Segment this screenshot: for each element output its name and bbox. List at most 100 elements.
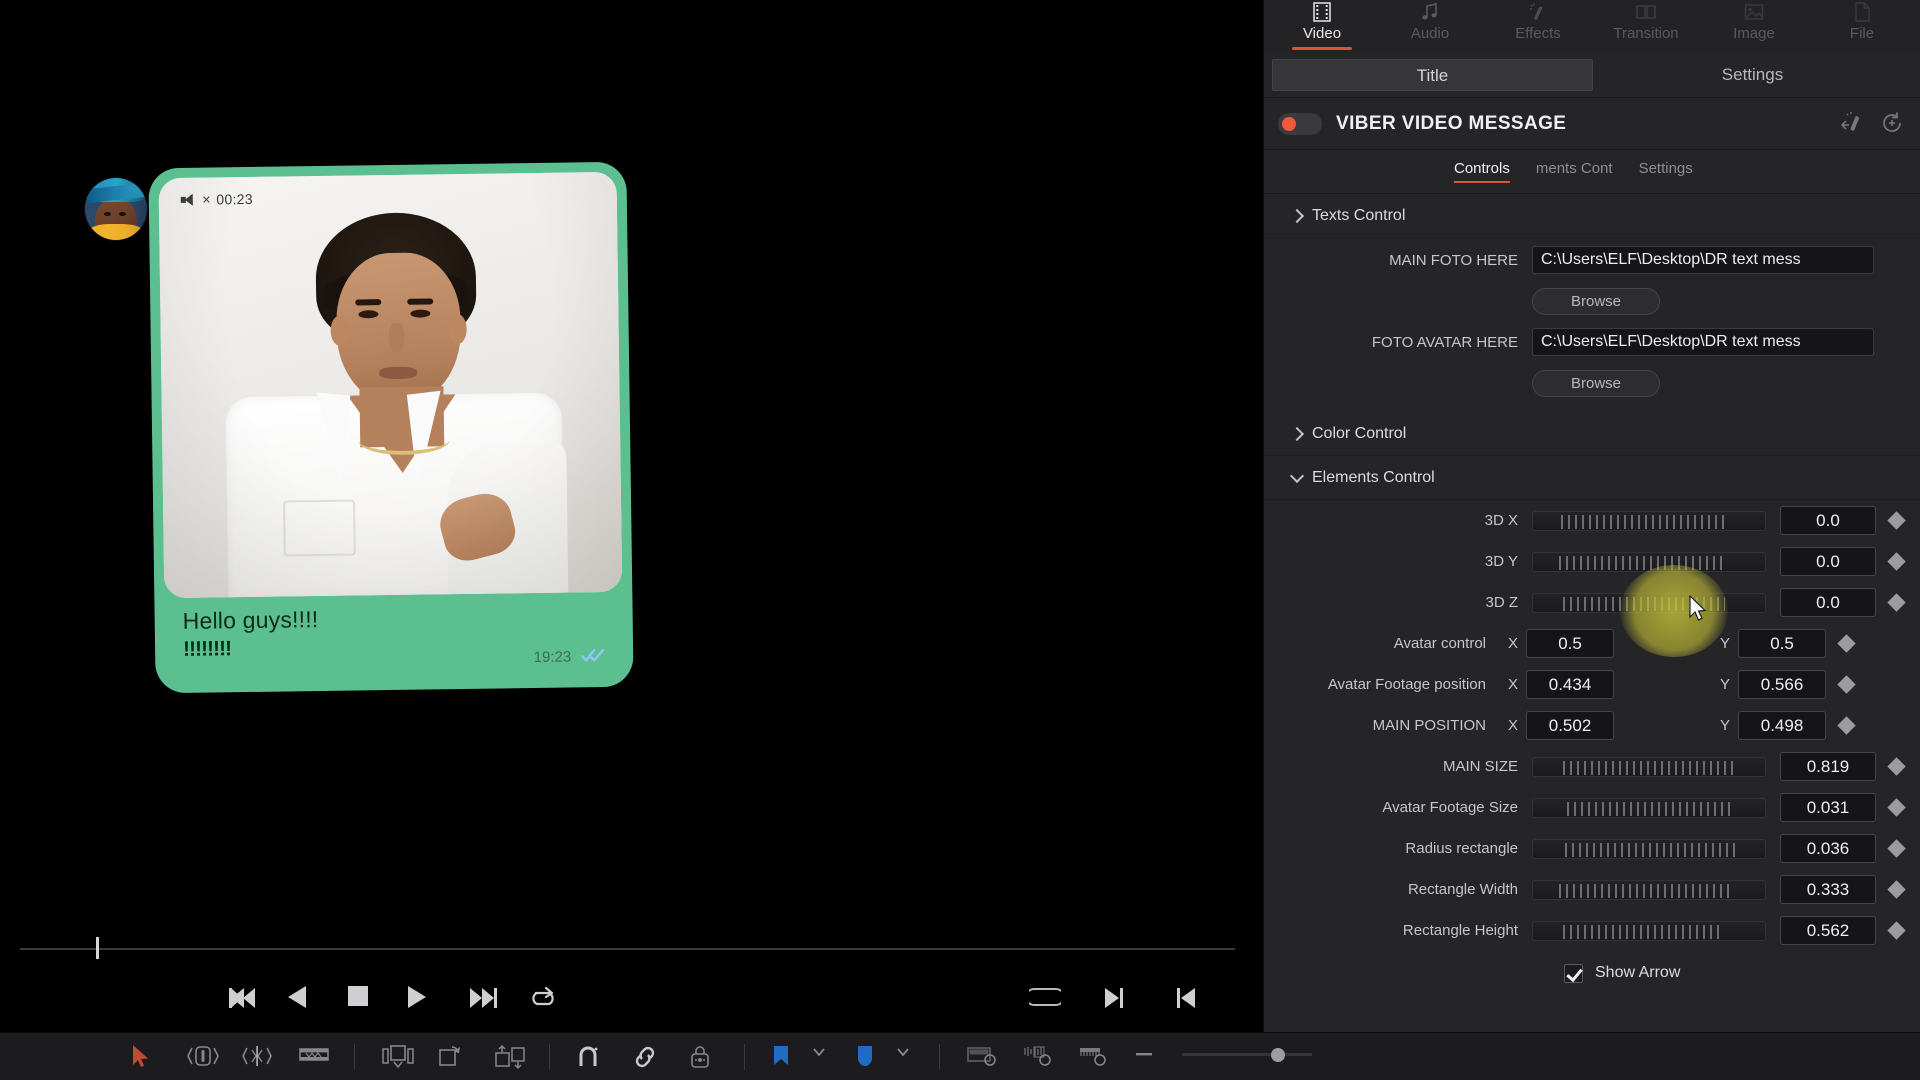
loop-button[interactable] (528, 986, 558, 1012)
zoom-out-button[interactable] (1134, 1044, 1156, 1070)
marker-button[interactable] (855, 1044, 885, 1070)
subtab-settings[interactable]: Settings (1639, 160, 1693, 183)
value-avatar-footage-size[interactable]: 0.031 (1780, 793, 1876, 822)
tab-video-label: Video (1268, 25, 1376, 42)
slider-3d-y[interactable] (1532, 552, 1766, 572)
value-avatar-footage-position-x[interactable]: 0.434 (1526, 670, 1614, 699)
tab-effects[interactable]: Effects (1484, 1, 1592, 52)
magic-wand-icon (1484, 1, 1592, 23)
keyframe-diamond-3d-y[interactable] (1887, 552, 1905, 570)
y-axis-label: Y (1720, 635, 1730, 652)
label-3d-z: 3D Z (1264, 594, 1532, 611)
slider-rectangle-height[interactable] (1532, 921, 1766, 941)
prev-marker-button[interactable] (1173, 986, 1203, 1012)
playhead[interactable] (96, 937, 99, 959)
value-rectangle-width[interactable]: 0.333 (1780, 875, 1876, 904)
input-main-foto-path[interactable]: C:\Users\ELF\Desktop\DR text mess (1532, 246, 1874, 274)
value-avatar-control-y[interactable]: 0.5 (1738, 629, 1826, 658)
tab-audio-label: Audio (1376, 25, 1484, 42)
keyframe-diamond-rectangle-width[interactable] (1887, 880, 1905, 898)
play-button[interactable] (408, 986, 438, 1012)
blade-edit-tool[interactable] (298, 1044, 328, 1070)
segment-title[interactable]: Title (1272, 59, 1593, 91)
tab-image[interactable]: Image (1700, 1, 1808, 52)
stop-button[interactable] (348, 986, 378, 1012)
input-foto-avatar-path[interactable]: C:\Users\ELF\Desktop\DR text mess (1532, 328, 1874, 356)
subtab-controls[interactable]: Controls (1454, 160, 1510, 183)
value-3d-y[interactable]: 0.0 (1780, 547, 1876, 576)
value-main-position-y[interactable]: 0.498 (1738, 711, 1826, 740)
next-marker-button[interactable] (1101, 986, 1131, 1012)
insert-clip-button[interactable] (381, 1044, 411, 1070)
keyframe-diamond-radius-rectangle[interactable] (1887, 839, 1905, 857)
timeline-view-option-2[interactable] (1022, 1044, 1052, 1070)
slider-avatar-footage-size[interactable] (1532, 798, 1766, 818)
slider-3d-z[interactable] (1532, 593, 1766, 613)
magnet-icon (576, 1044, 606, 1070)
slider-radius-rectangle[interactable] (1532, 839, 1766, 859)
tab-file[interactable]: File (1808, 1, 1916, 52)
value-3d-x[interactable]: 0.0 (1780, 506, 1876, 535)
dynamic-trim-tool[interactable] (242, 1044, 272, 1070)
timeline-view-option-3[interactable] (1078, 1044, 1108, 1070)
timeline-scrubber[interactable] (0, 930, 1263, 966)
label-main-size: MAIN SIZE (1264, 758, 1532, 775)
section-elements-control[interactable]: Elements Control (1264, 456, 1920, 500)
keyframe-diamond-3d-z[interactable] (1887, 593, 1905, 611)
step-back-button[interactable] (288, 986, 318, 1012)
segment-settings[interactable]: Settings (1593, 59, 1912, 91)
trim-edit-tool[interactable] (186, 1044, 216, 1070)
label-main-foto-here: MAIN FOTO HERE (1264, 252, 1532, 269)
reset-effect-icon[interactable] (1840, 111, 1866, 137)
tab-audio[interactable]: Audio (1376, 1, 1484, 52)
audio-waveform-view-icon (1022, 1044, 1052, 1070)
section-texts-control[interactable]: Texts Control (1264, 194, 1920, 238)
preview-canvas[interactable]: ✕ 00:23 Hello guys!!!! !!!!!!!! 19:23 (0, 0, 1263, 930)
tab-video[interactable]: Video (1268, 1, 1376, 52)
x-axis-label: X (1508, 676, 1518, 693)
slider-3d-x[interactable] (1532, 511, 1766, 531)
linked-selection-toggle[interactable] (632, 1044, 662, 1070)
film-strip-icon (1268, 1, 1376, 23)
overwrite-clip-button[interactable] (437, 1044, 467, 1070)
timeline-view-option-1[interactable] (966, 1044, 996, 1070)
keyframe-diamond-avatar-control[interactable] (1837, 634, 1855, 652)
selection-tool[interactable] (130, 1044, 160, 1070)
value-avatar-footage-position-y[interactable]: 0.566 (1738, 670, 1826, 699)
value-main-size[interactable]: 0.819 (1780, 752, 1876, 781)
tab-transition[interactable]: Transition (1592, 1, 1700, 52)
browse-foto-avatar-button[interactable]: Browse (1532, 370, 1660, 397)
value-3d-z[interactable]: 0.0 (1780, 588, 1876, 617)
value-rectangle-height[interactable]: 0.562 (1780, 916, 1876, 945)
flag-button[interactable] (771, 1044, 801, 1070)
slider-main-size[interactable] (1532, 757, 1766, 777)
effect-enable-toggle[interactable] (1278, 113, 1322, 135)
keyframe-diamond-rectangle-height[interactable] (1887, 921, 1905, 939)
keyframe-diamond-3d-x[interactable] (1887, 511, 1905, 529)
fit-screen-button[interactable] (1029, 986, 1059, 1012)
value-radius-rectangle[interactable]: 0.036 (1780, 834, 1876, 863)
jump-to-start-button[interactable] (228, 986, 258, 1012)
section-color-control[interactable]: Color Control (1264, 412, 1920, 456)
value-main-position-x[interactable]: 0.502 (1526, 711, 1614, 740)
zoom-slider[interactable] (1182, 1044, 1312, 1070)
value-avatar-control-x[interactable]: 0.5 (1526, 629, 1614, 658)
lock-track-toggle[interactable] (688, 1044, 718, 1070)
slider-rectangle-width[interactable] (1532, 880, 1766, 900)
scrubber-track[interactable] (20, 948, 1235, 950)
marker-dropdown[interactable] (895, 1044, 913, 1070)
browse-main-foto-button[interactable]: Browse (1532, 288, 1660, 315)
row-3d-y: 3D Y 0.0 (1264, 541, 1920, 582)
snapping-toggle[interactable] (576, 1044, 606, 1070)
keyframe-diamond-main-size[interactable] (1887, 757, 1905, 775)
keyframe-diamond-avatar-footage-position[interactable] (1837, 675, 1855, 693)
jump-to-end-button[interactable] (468, 986, 498, 1012)
flag-dropdown[interactable] (811, 1044, 829, 1070)
subtab-ments-cont[interactable]: ments Cont (1536, 160, 1613, 183)
replace-clip-button[interactable] (493, 1044, 523, 1070)
keyframe-diamond-main-position[interactable] (1837, 716, 1855, 734)
insert-clip-icon (381, 1044, 411, 1070)
keyframe-diamond-avatar-footage-size[interactable] (1887, 798, 1905, 816)
show-arrow-checkbox[interactable] (1564, 964, 1583, 983)
reset-keyframes-icon[interactable] (1880, 111, 1906, 137)
